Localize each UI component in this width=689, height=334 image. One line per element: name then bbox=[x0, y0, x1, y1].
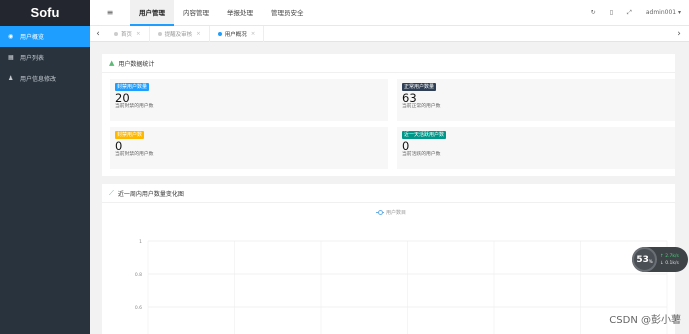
user-edit-icon: ♟ bbox=[8, 75, 14, 82]
card-title-text: 近一周内用户数量变化图 bbox=[117, 190, 184, 198]
stat-active-users: 近一天活跃用户数 0 当前活跃的用户数 bbox=[397, 127, 675, 169]
download-rate: ↓ 0.1k/s bbox=[660, 260, 679, 266]
card-title-text: 用户数据统计 bbox=[118, 60, 155, 68]
tab-label: 首页 bbox=[121, 31, 133, 38]
main-content: ▲ 用户数据统计 封禁用户数量 20 当前封禁的用户数 正常用户数量 63 当前… bbox=[90, 42, 689, 334]
user-trend-card: ⟋ 近一周内用户数量变化图 用户数目 1 0.8 0.6 bbox=[102, 184, 675, 334]
stat-value: 0 bbox=[402, 139, 410, 153]
top-navbar: ≡ 用户管理 内容管理 举报处理 管理员安全 ↻ ▯ ⤢ admin001 ▾ bbox=[90, 0, 689, 26]
stat-value: 63 bbox=[402, 91, 417, 105]
watermark: CSDN @彭小薯 bbox=[609, 315, 681, 326]
dashboard-icon: ◉ bbox=[8, 33, 14, 40]
close-icon[interactable]: × bbox=[196, 31, 201, 37]
top-menu-report-handling[interactable]: 举报处理 bbox=[218, 0, 262, 26]
stat-desc: 当前封禁的用户数 bbox=[115, 152, 154, 157]
sidebar-item-label: 用户列表 bbox=[20, 55, 45, 62]
line-chart-icon: ⟋ bbox=[109, 188, 114, 197]
refresh-icon[interactable]: ↻ bbox=[591, 9, 596, 16]
tab-dot-icon bbox=[157, 31, 162, 36]
stat-banned-count: 封禁用户数 0 当前封禁的用户数 bbox=[110, 127, 388, 169]
menu-toggle-icon[interactable]: ≡ bbox=[90, 8, 130, 17]
y-tick-label: 0.6 bbox=[135, 305, 142, 311]
top-menu: 用户管理 内容管理 举报处理 管理员安全 bbox=[130, 0, 313, 26]
stat-badge: 封禁用户数 bbox=[115, 131, 145, 139]
app-logo: Sofu bbox=[0, 0, 90, 26]
cpu-usage-gauge: 53% bbox=[632, 247, 657, 272]
network-speed-widget[interactable]: 53% ↑ 2.7k/s ↓ 0.1k/s bbox=[632, 247, 688, 272]
stat-banned-users: 封禁用户数量 20 当前封禁的用户数 bbox=[110, 79, 388, 121]
tab-review[interactable]: 提醒及审核 × bbox=[150, 25, 210, 42]
tab-label: 提醒及审核 bbox=[164, 31, 193, 38]
chevron-left-icon[interactable]: ‹ bbox=[90, 29, 106, 39]
tab-home[interactable]: 首页 × bbox=[106, 25, 150, 42]
sidebar-item-label: 用户信息修改 bbox=[20, 76, 57, 83]
top-menu-user-management[interactable]: 用户管理 bbox=[130, 0, 174, 26]
sidebar: Sofu ◉ 用户概览 ▦ 用户列表 ♟ 用户信息修改 bbox=[0, 0, 90, 334]
note-icon[interactable]: ▯ bbox=[610, 9, 613, 16]
sidebar-item-user-edit[interactable]: ♟ 用户信息修改 bbox=[0, 68, 90, 89]
card-title: ⟋ 近一周内用户数量变化图 bbox=[102, 184, 675, 203]
card-title: ▲ 用户数据统计 bbox=[102, 54, 675, 73]
y-tick-label: 1 bbox=[139, 239, 142, 245]
fullscreen-icon[interactable]: ⤢ bbox=[627, 9, 632, 17]
legend-label: 用户数目 bbox=[386, 210, 407, 216]
y-tick-label: 0.8 bbox=[135, 272, 142, 278]
stat-badge: 正常用户数量 bbox=[402, 83, 437, 91]
tab-dot-icon bbox=[114, 31, 118, 36]
stat-desc: 当前正常的用户数 bbox=[402, 104, 441, 109]
legend-line-icon bbox=[376, 210, 384, 215]
warning-icon: ▲ bbox=[109, 59, 115, 67]
close-icon[interactable]: × bbox=[136, 31, 141, 37]
usage-unit: % bbox=[648, 258, 653, 264]
stat-badge: 封禁用户数量 bbox=[115, 83, 150, 91]
chart-legend[interactable]: 用户数目 bbox=[376, 209, 406, 216]
user-stats-card: ▲ 用户数据统计 封禁用户数量 20 当前封禁的用户数 正常用户数量 63 当前… bbox=[102, 54, 675, 176]
usage-percent: 53 bbox=[636, 254, 649, 265]
stat-normal-users: 正常用户数量 63 当前正常的用户数 bbox=[397, 79, 675, 121]
user-menu[interactable]: admin001 ▾ bbox=[646, 9, 681, 16]
chevron-down-icon[interactable]: › bbox=[669, 29, 689, 39]
tab-dot-icon bbox=[217, 31, 222, 36]
close-icon[interactable]: × bbox=[251, 31, 256, 37]
sidebar-item-label: 用户概览 bbox=[20, 34, 45, 41]
sidebar-item-user-list[interactable]: ▦ 用户列表 bbox=[0, 47, 90, 68]
top-menu-content-management[interactable]: 内容管理 bbox=[174, 0, 218, 26]
stat-desc: 当前活跃的用户数 bbox=[402, 152, 441, 157]
stat-desc: 当前封禁的用户数 bbox=[115, 104, 154, 109]
top-menu-admin-security[interactable]: 管理员安全 bbox=[262, 0, 313, 26]
tab-label: 用户概况 bbox=[224, 31, 247, 38]
users-icon: ▦ bbox=[8, 54, 14, 61]
stat-value: 0 bbox=[115, 139, 123, 153]
tab-user-overview[interactable]: 用户概况 × bbox=[210, 25, 265, 42]
page-tabs: ‹ 首页 × 提醒及审核 × 用户概况 × › bbox=[90, 25, 689, 42]
stat-badge: 近一天活跃用户数 bbox=[402, 131, 447, 139]
sidebar-item-overview[interactable]: ◉ 用户概览 bbox=[0, 26, 90, 47]
user-trend-chart: 1 0.8 0.6 bbox=[135, 239, 668, 334]
stat-value: 20 bbox=[115, 91, 130, 105]
upload-rate: ↑ 2.7k/s bbox=[660, 253, 679, 259]
speed-rates: ↑ 2.7k/s ↓ 0.1k/s bbox=[660, 253, 679, 267]
top-right-tools: ↻ ▯ ⤢ admin001 ▾ bbox=[591, 9, 689, 17]
